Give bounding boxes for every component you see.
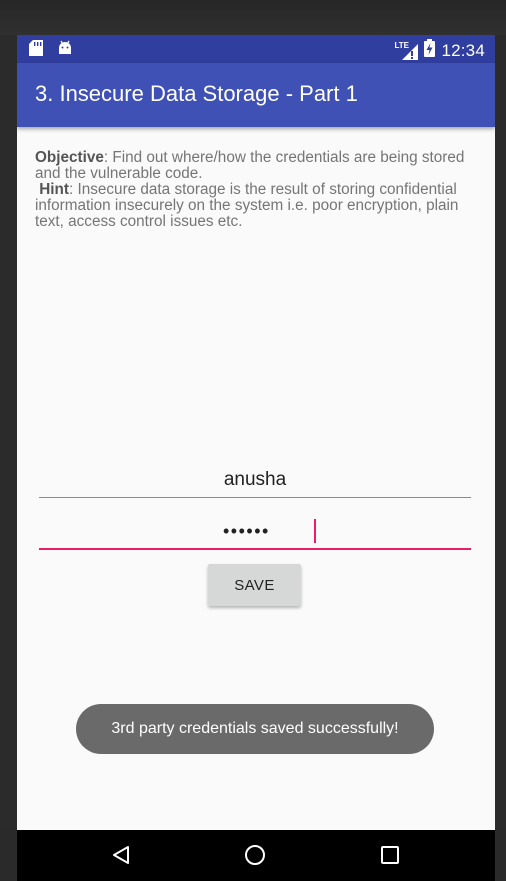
username-value: anusha	[223, 469, 287, 490]
status-bar-time: 12:34	[441, 40, 485, 60]
toast-message: 3rd party credentials saved successfully…	[76, 704, 434, 754]
recents-icon[interactable]	[379, 844, 401, 871]
android-debug-icon	[57, 40, 73, 61]
password-input[interactable]: ••••••	[39, 513, 471, 550]
status-bar: LTE 12:34	[17, 35, 495, 63]
back-icon[interactable]	[110, 844, 132, 871]
objective-label: Objective	[35, 149, 104, 166]
hint-label: Hint	[39, 181, 69, 198]
lte-signal-icon: LTE	[394, 41, 419, 60]
objective-paragraph: Objective: Find out where/how the creden…	[35, 150, 481, 182]
challenge-description: Objective: Find out where/how the creden…	[35, 150, 481, 230]
home-icon[interactable]	[244, 844, 266, 871]
save-button[interactable]: SAVE	[208, 564, 301, 606]
page-title: 3. Insecure Data Storage - Part 1	[35, 81, 358, 106]
app-bar: 3. Insecure Data Storage - Part 1	[17, 63, 495, 127]
sd-card-icon	[29, 40, 43, 61]
text-cursor	[314, 519, 316, 543]
device-top-bezel	[0, 0, 506, 35]
navigation-bar	[17, 830, 495, 881]
hint-text: : Insecure data storage is the result of…	[35, 181, 459, 230]
status-bar-system: LTE 12:34	[394, 39, 485, 62]
password-value: ••••••	[223, 521, 270, 541]
battery-charging-icon	[424, 39, 436, 62]
hint-paragraph: Hint: Insecure data storage is the resul…	[35, 182, 481, 230]
phone-screen: LTE 12:34 3. Insecure Data Storage - Par…	[17, 35, 495, 881]
status-bar-notifications	[29, 40, 73, 61]
username-input[interactable]: anusha	[39, 461, 471, 498]
device-left-bezel	[0, 35, 17, 830]
